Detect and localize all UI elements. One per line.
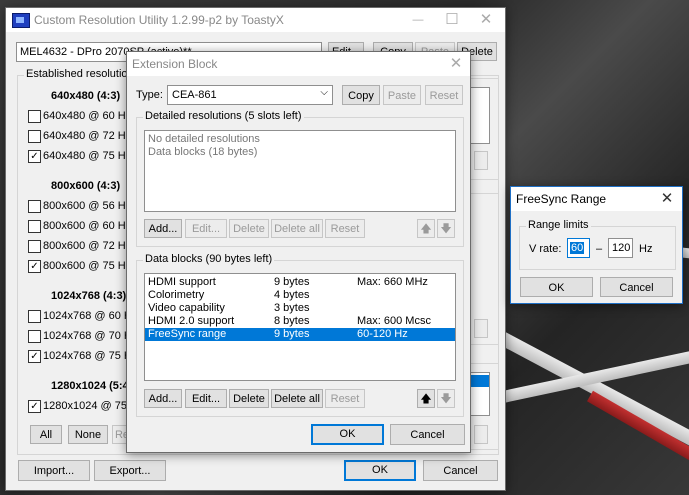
- checkbox-label: 800x600 @ 60 Hz: [43, 220, 132, 232]
- checkbox-label: 640x480 @ 72 Hz: [43, 130, 132, 142]
- scroll-down-button-partial-2[interactable]: [474, 319, 488, 338]
- move-up-icon[interactable]: 🡅: [417, 389, 435, 408]
- edit-detailed-button[interactable]: Edit...: [185, 219, 227, 238]
- list-item[interactable]: HDMI support 9 bytes Max: 660 MHz: [145, 276, 455, 289]
- checkbox-1024-60[interactable]: [28, 310, 41, 323]
- checkbox-800-60[interactable]: [28, 220, 41, 233]
- max-rate-value: 120: [612, 242, 631, 254]
- delete-detailed-button[interactable]: Delete: [229, 219, 269, 238]
- type-select-value: CEA-861: [172, 89, 217, 101]
- reset-detailed-button[interactable]: Reset: [325, 219, 365, 238]
- ok-button[interactable]: OK: [520, 277, 593, 297]
- reset-button[interactable]: Reset: [425, 85, 463, 105]
- paste-button[interactable]: Paste: [383, 85, 421, 105]
- all-button[interactable]: All: [30, 425, 62, 444]
- min-rate-input[interactable]: 60: [567, 238, 590, 258]
- cancel-button[interactable]: Cancel: [423, 460, 498, 481]
- edit-block-button[interactable]: Edit...: [185, 389, 227, 408]
- vrate-label: V rate:: [529, 243, 562, 255]
- copy-button[interactable]: Copy: [342, 85, 380, 105]
- detailed-resolutions-list[interactable]: No detailed resolutions Data blocks (18 …: [144, 130, 456, 212]
- group-header-800: 800x600 (4:3): [51, 180, 121, 192]
- ok-button[interactable]: OK: [344, 460, 416, 481]
- delete-block-button[interactable]: Delete: [229, 389, 269, 408]
- cancel-button[interactable]: Cancel: [390, 424, 465, 445]
- min-rate-value: 60: [570, 242, 585, 254]
- checkbox-1024-70[interactable]: [28, 330, 41, 343]
- reset-blocks-button[interactable]: Reset: [325, 389, 365, 408]
- established-caption: Established resolutio: [24, 68, 130, 80]
- export-button[interactable]: Export...: [94, 460, 166, 481]
- hz-label: Hz: [639, 243, 653, 255]
- type-select[interactable]: CEA-861 ⌵: [167, 85, 333, 105]
- add-block-button[interactable]: Add...: [144, 389, 182, 408]
- freesync-range-window: FreeSync Range ✕ Range limits V rate: 60…: [510, 186, 683, 304]
- add-detailed-button[interactable]: Add...: [144, 219, 182, 238]
- ok-button[interactable]: OK: [311, 424, 384, 445]
- detailed-caption: Detailed resolutions (5 slots left): [143, 110, 304, 122]
- maximize-icon[interactable]: ☐: [435, 8, 469, 32]
- app-icon: [12, 13, 30, 28]
- minimize-icon[interactable]: —: [401, 8, 435, 32]
- checkbox-640-75[interactable]: ✓: [28, 150, 41, 163]
- group-header-640: 640x480 (4:3): [51, 90, 121, 102]
- checkbox-label: 640x480 @ 60 Hz: [43, 110, 132, 122]
- chevron-down-icon: ⌵: [320, 87, 328, 98]
- main-titlebar: Custom Resolution Utility 1.2.99-p2 by T…: [6, 8, 505, 32]
- list-item[interactable]: Video capability 3 bytes: [145, 302, 455, 315]
- checkbox-label: 800x600 @ 72 Hz: [43, 240, 132, 252]
- checkbox-800-56[interactable]: [28, 200, 41, 213]
- group-header-1280: 1280x1024 (5:4: [51, 380, 129, 392]
- scroll-down-button-partial-3[interactable]: [474, 425, 488, 444]
- list-item[interactable]: Colorimetry 4 bytes: [145, 289, 455, 302]
- checkbox-label: 1024x768 @ 70 Hz: [43, 330, 138, 342]
- move-up-icon[interactable]: 🡅: [417, 219, 435, 238]
- range-dash: –: [596, 243, 603, 255]
- main-title: Custom Resolution Utility 1.2.99-p2 by T…: [34, 13, 284, 27]
- checkbox-1024-75[interactable]: ✓: [28, 350, 41, 363]
- max-rate-input[interactable]: 120: [608, 238, 633, 258]
- delete-all-detailed-button[interactable]: Delete all: [271, 219, 323, 238]
- checkbox-label: 640x480 @ 75 Hz: [43, 150, 132, 162]
- list-item[interactable]: HDMI 2.0 support 8 bytes Max: 600 Mcsc: [145, 315, 455, 328]
- move-down-icon[interactable]: 🡇: [437, 219, 455, 238]
- range-limits-caption: Range limits: [526, 219, 591, 231]
- list-item-selected[interactable]: FreeSync range 9 bytes 60-120 Hz: [145, 328, 455, 341]
- checkbox-640-60[interactable]: [28, 110, 41, 123]
- checkbox-label: 1280x1024 @ 75: [43, 400, 127, 412]
- checkbox-label: 1024x768 @ 75 Hz: [43, 350, 138, 362]
- delete-all-blocks-button[interactable]: Delete all: [271, 389, 323, 408]
- cancel-button[interactable]: Cancel: [600, 277, 673, 297]
- close-icon[interactable]: ✕: [469, 8, 503, 32]
- import-button[interactable]: Import...: [18, 460, 90, 481]
- extension-title: Extension Block: [132, 57, 218, 71]
- scroll-down-button-partial[interactable]: [474, 151, 488, 170]
- detailed-line: Data blocks (18 bytes): [148, 146, 258, 158]
- move-down-icon[interactable]: 🡇: [437, 389, 455, 408]
- none-button[interactable]: None: [68, 425, 108, 444]
- type-label: Type:: [136, 89, 163, 101]
- data-blocks-list[interactable]: HDMI support 9 bytes Max: 660 MHz Colori…: [144, 273, 456, 381]
- checkbox-label: 1024x768 @ 60 Hz: [43, 310, 138, 322]
- freesync-title: FreeSync Range: [516, 192, 607, 206]
- checkbox-label: 800x600 @ 56 Hz: [43, 200, 132, 212]
- detailed-line: No detailed resolutions: [148, 133, 260, 145]
- extension-block-window: Extension Block ✕ Type: CEA-861 ⌵ Copy P…: [126, 51, 471, 453]
- group-header-1024: 1024x768 (4:3): [51, 290, 127, 302]
- checkbox-800-72[interactable]: [28, 240, 41, 253]
- close-icon[interactable]: ✕: [442, 52, 470, 76]
- extension-titlebar: Extension Block ✕: [127, 52, 470, 76]
- freesync-titlebar: FreeSync Range ✕: [511, 187, 682, 211]
- checkbox-label: 800x600 @ 75 Hz: [43, 260, 132, 272]
- close-icon[interactable]: ✕: [652, 187, 682, 211]
- checkbox-640-72[interactable]: [28, 130, 41, 143]
- checkbox-1280-75[interactable]: ✓: [28, 400, 41, 413]
- data-blocks-caption: Data blocks (90 bytes left): [143, 253, 275, 265]
- checkbox-800-75[interactable]: ✓: [28, 260, 41, 273]
